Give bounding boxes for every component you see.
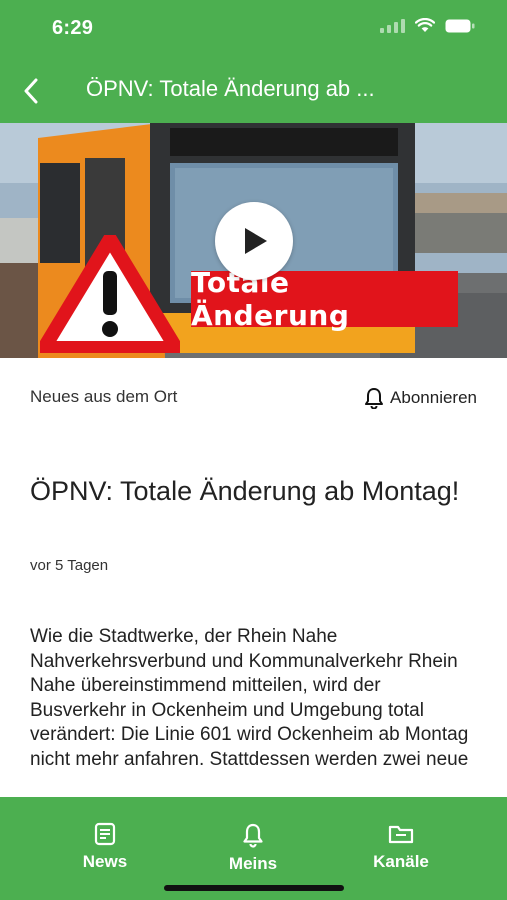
chevron-left-icon [24, 78, 38, 104]
hero-overlay-label: Totale Änderung [191, 266, 458, 332]
hero-video[interactable]: Totale Änderung [0, 123, 507, 358]
navigation-bar: ÖPNV: Totale Änderung ab ... [0, 58, 507, 123]
subscribe-button[interactable]: Abonnieren [364, 387, 477, 409]
status-icons [380, 18, 475, 33]
channel-name[interactable]: Neues aus dem Ort [30, 387, 177, 407]
home-indicator[interactable] [164, 885, 344, 891]
tab-kanaele-label: Kanäle [373, 852, 429, 871]
play-button[interactable] [215, 202, 293, 280]
tab-meins-label: Meins [228, 854, 278, 873]
battery-icon [445, 19, 475, 32]
page-title: ÖPNV: Totale Änderung ab ... [86, 76, 375, 101]
tab-news-label: News [82, 852, 128, 871]
play-icon [245, 228, 267, 254]
bell-icon [243, 823, 263, 848]
status-bar: 6:29 [0, 0, 507, 58]
warning-icon [40, 235, 180, 353]
wifi-icon [415, 18, 435, 32]
back-button[interactable] [14, 74, 48, 108]
tab-kanaele[interactable]: Kanäle [346, 822, 456, 872]
bell-icon [365, 388, 384, 409]
cellular-signal-icon [380, 18, 405, 33]
status-time: 6:29 [52, 17, 94, 39]
newspaper-icon [94, 822, 116, 846]
app-header: 6:29 ÖPNV: Totale Änderung ab ... [0, 0, 507, 123]
article-body: Wie die Stadtwerke, der Rhein Nahe Nahve… [30, 626, 469, 770]
tab-news[interactable]: News [50, 822, 160, 872]
article-date: vor 5 Tagen [30, 557, 109, 574]
tab-meins[interactable]: Meins [198, 822, 308, 874]
subscribe-label: Abonnieren [390, 388, 477, 407]
folder-icon [388, 825, 414, 844]
article-title: ÖPNV: Totale Änderung ab Montag! [30, 476, 460, 506]
channel-row: Neues aus dem Ort Abonnieren [30, 385, 477, 415]
